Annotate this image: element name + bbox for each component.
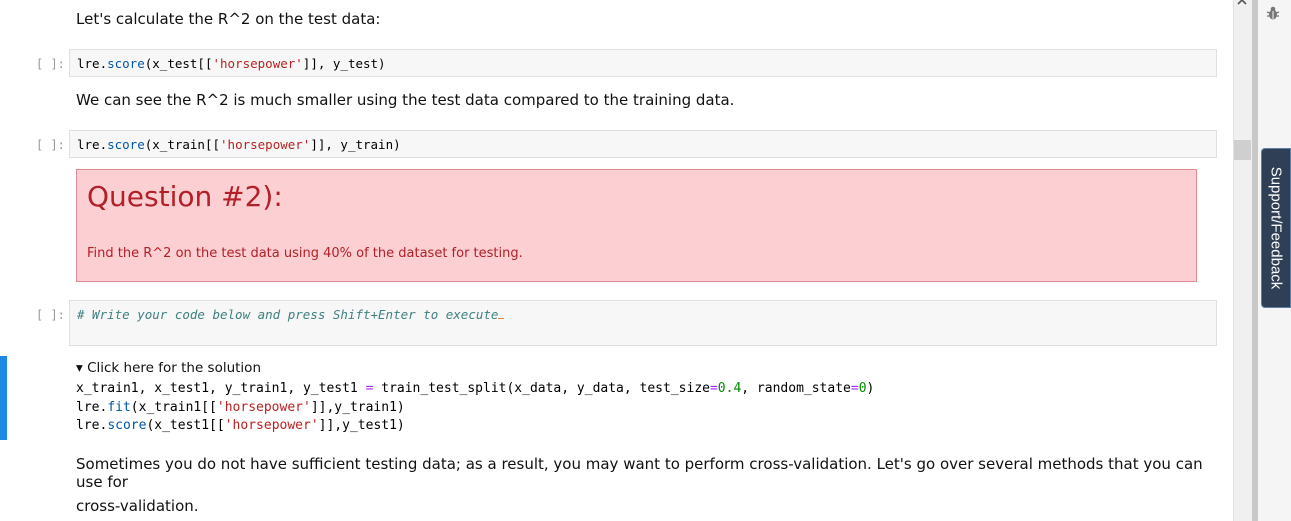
- code-token: lre: [77, 137, 100, 152]
- markdown-middle: We can see the R^2 is much smaller using…: [76, 91, 735, 109]
- cell-prompt: [ ]:: [36, 138, 65, 152]
- outro-line-2: cross-validation.: [76, 497, 199, 515]
- code-token: 0: [858, 381, 867, 396]
- code-token: ]],y_train1): [310, 399, 405, 415]
- code-comment: # Write your code below and press Shift+…: [77, 307, 499, 322]
- active-cell-indicator: [0, 356, 7, 440]
- vertical-scrollbar[interactable]: [1233, 0, 1253, 521]
- code-token: 'horsepower': [224, 418, 319, 433]
- bug-icon[interactable]: [1265, 5, 1281, 21]
- solution-details: ▾ Click here for the solution x_train1, …: [76, 360, 874, 436]
- markdown-intro: Let's calculate the R^2 on the test data…: [76, 10, 381, 28]
- code-token: , random_state: [741, 381, 851, 396]
- support-feedback-label: Support/Feedback: [1267, 166, 1285, 290]
- scroll-up-icon[interactable]: [1236, 0, 1248, 12]
- code-token: 'horsepower': [212, 56, 303, 71]
- code-token: 'horsepower': [216, 399, 311, 415]
- code-token: ]], y_test): [302, 56, 386, 71]
- question-body: Find the R^2 on the test data using 40% …: [87, 246, 523, 261]
- code-token: lre: [77, 56, 100, 71]
- code-token: score: [107, 137, 145, 152]
- code-token: ): [866, 381, 875, 396]
- cell-prompt: [ ]:: [36, 57, 65, 71]
- code-cell-2[interactable]: lre.score(x_train[['horsepower']], y_tra…: [69, 130, 1217, 158]
- code-token: x_train1, x_test1, y_train1, y_test1: [76, 381, 366, 396]
- code-token: score: [107, 418, 147, 433]
- code-token: fit: [107, 399, 131, 415]
- solution-toggle[interactable]: ▾ Click here for the solution: [76, 360, 874, 376]
- code-token: ]], y_train): [310, 137, 401, 152]
- code-cell-1[interactable]: lre.score(x_test[['horsepower']], y_test…: [69, 49, 1217, 77]
- question-title: Question #2):: [87, 180, 283, 213]
- code-token: =: [709, 381, 718, 396]
- cell-prompt: [ ]:: [36, 308, 65, 322]
- code-token: .: [99, 56, 108, 71]
- code-token: .: [99, 137, 108, 152]
- code-token: (x_test[[: [144, 56, 213, 71]
- code-token: ]],y_test1): [318, 418, 405, 433]
- code-token: (x_train1[[: [130, 399, 217, 415]
- question-alert: Question #2): Find the R^2 on the test d…: [76, 169, 1197, 282]
- code-token: (x_train[[: [144, 137, 221, 152]
- code-token: =: [850, 381, 859, 396]
- text-cursor: [498, 308, 505, 319]
- code-cell-3[interactable]: # Write your code below and press Shift+…: [69, 300, 1217, 346]
- code-token: (x_test1[[: [146, 418, 225, 433]
- outro-line-1: Sometimes you do not have sufficient tes…: [76, 455, 1203, 491]
- markdown-outro: Sometimes you do not have sufficient tes…: [76, 455, 1216, 515]
- code-token: score: [107, 56, 145, 71]
- support-feedback-tab[interactable]: Support/Feedback: [1261, 148, 1291, 308]
- code-token: 0.4: [717, 381, 742, 396]
- code-token: lre.: [76, 399, 108, 415]
- code-token: lre.: [76, 418, 108, 433]
- code-token: train_test_split(x_data, y_data, test_si…: [373, 381, 710, 396]
- solution-code: x_train1, x_test1, y_train1, y_test1 = t…: [76, 380, 874, 436]
- code-token: 'horsepower': [220, 137, 311, 152]
- scrollbar-thumb[interactable]: [1234, 140, 1251, 160]
